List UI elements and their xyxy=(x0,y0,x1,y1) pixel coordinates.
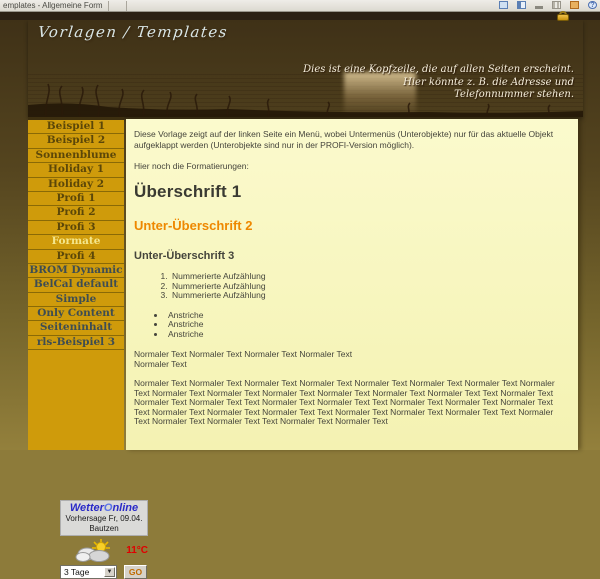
sidebar-item-belcal-default[interactable]: BelCal default xyxy=(28,278,124,292)
list-item: Anstriche xyxy=(166,311,568,321)
panels-icon[interactable] xyxy=(517,1,526,9)
toolbar-separator xyxy=(126,1,127,11)
normal-text-paragraph: Normaler Text Normaler Text Normaler Tex… xyxy=(134,349,568,369)
tagline-line: Hier könnte z. B. die Adresse und xyxy=(303,77,574,90)
chevron-down-icon[interactable]: ▼ xyxy=(104,567,115,577)
sidebar-item-holiday-1[interactable]: Holiday 1 xyxy=(28,163,124,177)
intro-paragraph: Diese Vorlage zeigt auf der linken Seite… xyxy=(134,129,568,151)
weather-header: WetterOnline Vorhersage Fr, 09.04. Bautz… xyxy=(60,500,148,536)
go-button[interactable]: GO xyxy=(124,565,147,579)
weather-controls: 3 Tage ▼ GO xyxy=(60,565,148,579)
window-title-bar xyxy=(0,12,600,20)
sidebar-item-brom-dynamic[interactable]: BROM Dynamic xyxy=(28,264,124,278)
logo-text: nline xyxy=(112,502,138,514)
sidebar: Beispiel 1Beispiel 2SonnenblumeHoliday 1… xyxy=(28,117,124,450)
tagline-line: Telefonnummer stehen. xyxy=(303,89,574,102)
forecast-date: Vorhersage Fr, 09.04. xyxy=(61,514,147,524)
sidebar-item-simple[interactable]: Simple xyxy=(28,293,124,307)
forecast-city: Bautzen xyxy=(61,524,147,534)
site-title: Vorlagen / Templates xyxy=(37,23,229,41)
heading-3: Unter-Überschrift 3 xyxy=(134,250,568,262)
forecast-range-value: 3 Tage xyxy=(64,567,89,577)
logo-text: Wetter xyxy=(70,502,104,514)
normal-text-line: Normaler Text Normaler Text Normaler Tex… xyxy=(134,349,568,359)
normal-text-paragraph-long: Normaler Text Normaler Text Normaler Tex… xyxy=(134,379,568,427)
minimize-icon[interactable] xyxy=(535,6,543,9)
bullet-list: AnstricheAnstricheAnstriche xyxy=(134,311,568,340)
numbered-list: Nummerierte AufzählungNummerierte Aufzäh… xyxy=(134,272,568,301)
browser-chrome-bar: emplates - Allgemeine Formate für Texte … xyxy=(0,0,600,12)
weather-condition-row: 11°C xyxy=(60,538,148,562)
sidebar-item-profi-4[interactable]: Profi 4 xyxy=(28,250,124,264)
sidebar-item-profi-2[interactable]: Profi 2 xyxy=(28,206,124,220)
toolbar-separator xyxy=(108,1,109,11)
sidebar-menu: Beispiel 1Beispiel 2SonnenblumeHoliday 1… xyxy=(28,120,124,350)
weather-widget: WetterOnline Vorhersage Fr, 09.04. Bautz… xyxy=(60,500,148,579)
sidebar-item-profi-3[interactable]: Profi 3 xyxy=(28,221,124,235)
sidebar-item-only-content[interactable]: Only Content xyxy=(28,307,124,321)
help-icon[interactable]: ? xyxy=(588,1,597,9)
sidebar-item-rls-beispiel-3[interactable]: rls-Beispiel 3 xyxy=(28,336,124,350)
logo-o-icon: O xyxy=(104,502,113,514)
print-icon[interactable] xyxy=(499,1,508,9)
list-item: Anstriche xyxy=(166,330,568,340)
bookmark-icon[interactable] xyxy=(570,1,579,9)
sun-cloud-icon xyxy=(74,538,116,562)
browser-tab-title[interactable]: emplates - Allgemeine Formate für Texte … xyxy=(3,1,103,11)
content-panel: Diese Vorlage zeigt auf der linken Seite… xyxy=(126,119,578,450)
wetteronline-logo[interactable]: WetterOnline xyxy=(61,502,147,514)
heading-1: Überschrift 1 xyxy=(134,182,568,202)
temperature-value: 11°C xyxy=(126,545,148,556)
sidebar-item-beispiel-2[interactable]: Beispiel 2 xyxy=(28,134,124,148)
header-image: Vorlagen / Templates Dies ist eine Kopfz… xyxy=(28,20,583,117)
sidebar-item-formate[interactable]: Formate xyxy=(28,235,124,249)
sidebar-item-seiteninhalt[interactable]: Seiteninhalt xyxy=(28,321,124,335)
grid-icon[interactable] xyxy=(552,1,561,9)
sidebar-item-profi-1[interactable]: Profi 1 xyxy=(28,192,124,206)
sidebar-item-sonnenblume[interactable]: Sonnenblume xyxy=(28,149,124,163)
sidebar-item-beispiel-1[interactable]: Beispiel 1 xyxy=(28,120,124,134)
browser-toolbar-icons: ? xyxy=(499,1,597,9)
tagline-line: Dies ist eine Kopfzeile, die auf allen S… xyxy=(303,64,574,77)
heading-2: Unter-Überschrift 2 xyxy=(134,218,568,233)
formats-line: Hier noch die Formatierungen: xyxy=(134,161,568,172)
list-item: Nummerierte Aufzählung xyxy=(170,291,568,301)
lock-body xyxy=(557,14,569,21)
header-tagline: Dies ist eine Kopfzeile, die auf allen S… xyxy=(303,64,574,102)
list-item: Anstriche xyxy=(166,320,568,330)
forecast-range-select[interactable]: 3 Tage ▼ xyxy=(60,565,117,579)
sidebar-item-holiday-2[interactable]: Holiday 2 xyxy=(28,178,124,192)
normal-text-line: Normaler Text xyxy=(134,359,568,369)
lock-icon xyxy=(557,11,569,21)
